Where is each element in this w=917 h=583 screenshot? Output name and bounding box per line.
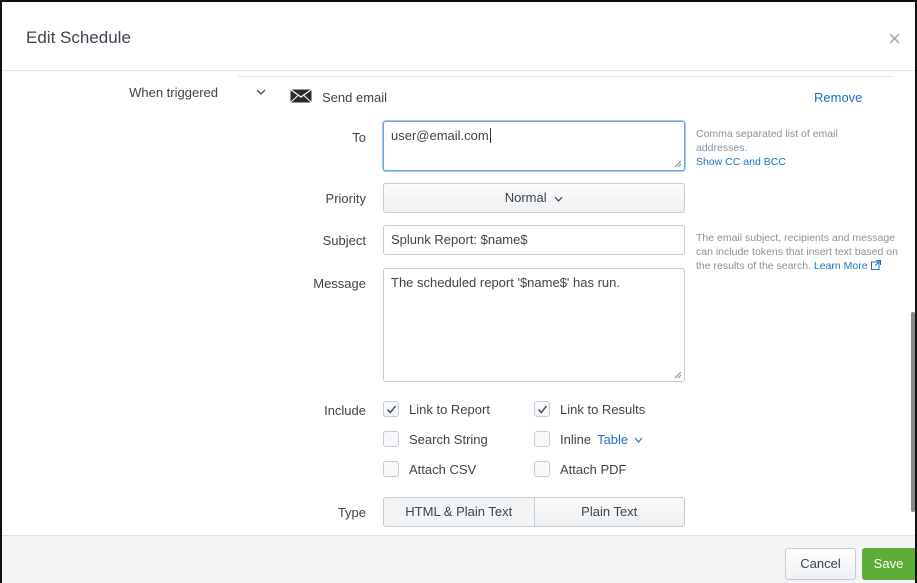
edit-schedule-dialog: Edit Schedule × When triggered Send emai…	[0, 0, 917, 583]
checkbox-label: Search String	[409, 431, 488, 447]
checkbox-box[interactable]	[534, 401, 550, 417]
checkbox-label: Attach PDF	[560, 461, 627, 477]
dialog-header: Edit Schedule ×	[2, 2, 915, 71]
to-value: user@email.com	[391, 128, 489, 143]
type-html-plain-button[interactable]: HTML & Plain Text	[384, 498, 535, 526]
checkbox-label: Inline	[560, 431, 592, 447]
learn-more-link[interactable]: Learn More	[814, 260, 881, 272]
resize-handle-icon[interactable]	[674, 160, 682, 168]
remove-link[interactable]: Remove	[814, 90, 862, 105]
cancel-button[interactable]: Cancel	[785, 548, 856, 580]
external-link-icon	[870, 260, 881, 270]
checkbox-label: Attach CSV	[409, 461, 477, 477]
type-label: Type	[337, 505, 366, 520]
type-plain-button[interactable]: Plain Text	[534, 498, 684, 526]
link-to-results-checkbox[interactable]: Link to Results	[534, 401, 645, 417]
type-toggle[interactable]: HTML & Plain Text Plain Text	[383, 497, 685, 527]
scrollbar[interactable]	[911, 312, 915, 512]
priority-select[interactable]: Normal	[383, 183, 685, 213]
close-icon[interactable]: ×	[888, 28, 901, 50]
to-field[interactable]: user@email.com	[383, 121, 685, 171]
checkbox-box[interactable]	[383, 461, 399, 477]
checkbox-box[interactable]	[383, 431, 399, 447]
checkbox-box[interactable]	[383, 401, 399, 417]
message-label: Message	[313, 276, 366, 291]
checkmark-icon	[386, 405, 397, 414]
chevron-down-icon	[554, 196, 563, 202]
message-field[interactable]: The scheduled report '$name$' has run.	[383, 268, 685, 382]
subject-field[interactable]: Splunk Report: $name$	[383, 225, 685, 255]
to-help-text: Comma separated list of email addresses.	[696, 128, 838, 154]
inline-format-value: Table	[597, 431, 629, 447]
checkbox-label: Link to Results	[560, 401, 646, 417]
attach-csv-checkbox[interactable]: Attach CSV	[383, 461, 476, 477]
chevron-down-icon[interactable]	[256, 88, 266, 96]
link-to-report-checkbox[interactable]: Link to Report	[383, 401, 490, 417]
chevron-down-icon	[634, 437, 643, 443]
to-label: To	[352, 130, 366, 145]
inline-checkbox[interactable]: Inline Table	[534, 431, 643, 447]
envelope-icon	[290, 89, 312, 103]
checkbox-box[interactable]	[534, 461, 550, 477]
subject-label: Subject	[322, 233, 366, 248]
action-name: Send email	[322, 90, 388, 105]
when-triggered-label: When triggered	[129, 85, 218, 100]
attach-pdf-checkbox[interactable]: Attach PDF	[534, 461, 626, 477]
search-string-checkbox[interactable]: Search String	[383, 431, 488, 447]
checkbox-label: Link to Report	[409, 401, 490, 417]
inline-format-dropdown[interactable]: Table	[597, 432, 643, 447]
priority-value: Normal	[504, 190, 547, 205]
dialog-body[interactable]: When triggered Send email Remove To user…	[2, 72, 915, 535]
checkmark-icon	[537, 405, 548, 414]
dialog-title: Edit Schedule	[26, 28, 131, 47]
priority-label: Priority	[325, 191, 366, 206]
save-button[interactable]: Save	[862, 548, 915, 580]
dialog-footer: Cancel Save	[2, 535, 915, 583]
resize-handle-icon[interactable]	[674, 371, 682, 379]
section-divider	[238, 76, 892, 77]
subject-value: Splunk Report: $name$	[391, 232, 528, 247]
token-help: The email subject, recipients and messag…	[696, 231, 900, 273]
checkbox-box[interactable]	[534, 431, 550, 447]
to-help: Comma separated list of email addresses.…	[696, 127, 900, 169]
show-cc-bcc-link[interactable]: Show CC and BCC	[696, 156, 786, 168]
message-value: The scheduled report '$name$' has run.	[391, 275, 620, 290]
include-label: Include	[324, 403, 366, 418]
